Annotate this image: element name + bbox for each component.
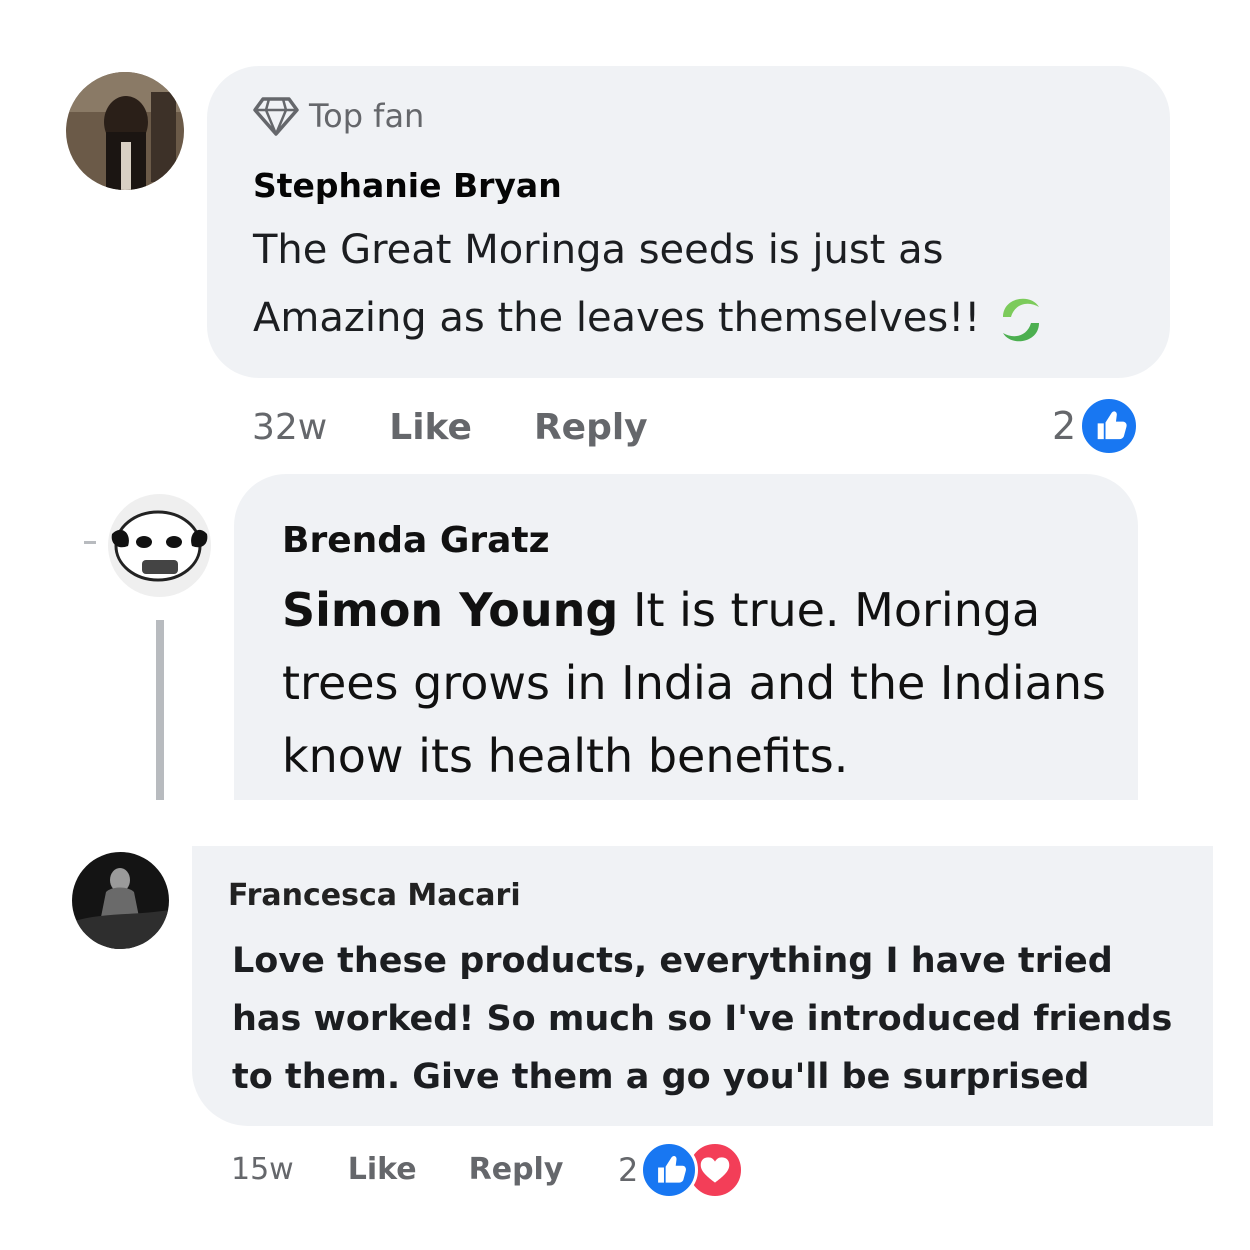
avatar-francesca-macari[interactable] [72, 852, 169, 949]
reply-button[interactable]: Reply [534, 407, 648, 448]
avatar-brenda-gratz[interactable] [108, 494, 211, 597]
comment-bubble: Francesca Macari Love these products, ev… [192, 846, 1213, 1126]
top-fan-badge[interactable]: Top fan [253, 96, 424, 136]
thread-line [156, 620, 164, 800]
like-button[interactable]: Like [389, 407, 472, 448]
badge-label: Top fan [309, 97, 425, 135]
comment-text: Love these products, everything I have t… [232, 941, 1173, 1097]
comment-actions: 32w Like Reply [252, 402, 648, 452]
comment-time[interactable]: 15w [231, 1152, 294, 1187]
like-icon [1078, 395, 1141, 457]
reply-author[interactable]: Brenda Gratz [282, 520, 550, 561]
comment-bubble: Top fan Stephanie Bryan The Great Moring… [207, 66, 1170, 378]
avatar-stephanie-bryan[interactable] [66, 72, 184, 190]
thread-connector [84, 541, 96, 544]
reply-bubble: Brenda Gratz Simon Young It is true. Mor… [234, 474, 1138, 800]
reply-text: Simon Young It is true. Moringa trees gr… [282, 583, 1106, 783]
reaction-count: 2 [1052, 404, 1077, 448]
like-icon [640, 1141, 699, 1199]
comment-actions: 15w Like Reply [231, 1146, 563, 1192]
comment-author[interactable]: Stephanie Bryan [253, 166, 562, 205]
comment-author[interactable]: Francesca Macari [228, 878, 521, 913]
reaction-count: 2 [618, 1151, 639, 1189]
reaction-summary[interactable]: 2 [1052, 395, 1141, 457]
reply-button[interactable]: Reply [469, 1152, 564, 1187]
reaction-summary[interactable]: 2 [618, 1140, 745, 1200]
diamond-icon [253, 97, 299, 136]
like-button[interactable]: Like [348, 1152, 417, 1187]
mention-link[interactable]: Simon Young [282, 583, 618, 637]
leaf-emoji-icon [993, 289, 1049, 351]
comment-time[interactable]: 32w [252, 407, 327, 448]
comment-text: The Great Moringa seeds is just as Amazi… [253, 216, 1113, 352]
